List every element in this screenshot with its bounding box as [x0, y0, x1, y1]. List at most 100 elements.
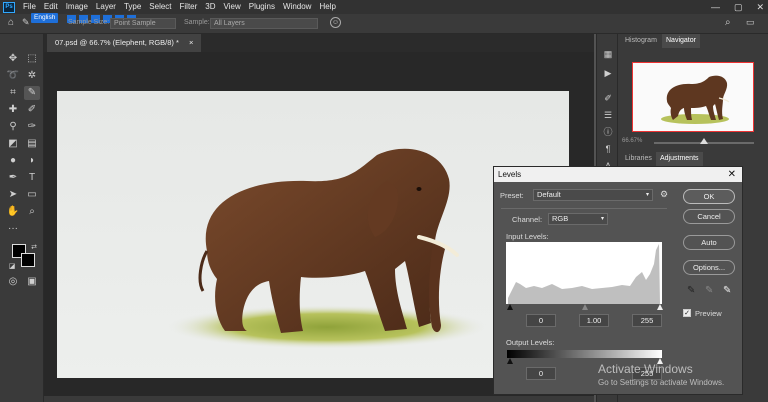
output-gradient: [507, 350, 662, 358]
default-colors-icon[interactable]: ◪: [4, 260, 20, 274]
output-black-slider[interactable]: [507, 358, 513, 364]
gray-eyedropper-icon[interactable]: ✎: [705, 285, 713, 296]
brush-tool-icon[interactable]: ✐: [24, 103, 40, 117]
menu-view[interactable]: View: [220, 0, 245, 14]
move-tool-icon[interactable]: ✥: [5, 52, 21, 66]
input-black-field[interactable]: 0: [526, 314, 556, 327]
hand-tool-icon[interactable]: ✋: [5, 205, 21, 219]
navigator-zoom-handle[interactable]: [700, 138, 708, 144]
sample-size-label: Sample Size:: [68, 19, 110, 26]
menu-type[interactable]: Type: [120, 0, 145, 14]
close-tab-icon[interactable]: ×: [189, 38, 193, 47]
preview-checkbox[interactable]: ✓: [683, 309, 691, 317]
menu-select[interactable]: Select: [145, 0, 175, 14]
input-gamma-slider[interactable]: [582, 304, 588, 310]
document-tab[interactable]: 07.psd @ 66.7% (Elephent, RGB/8) * ×: [47, 34, 202, 52]
shape-tool-icon[interactable]: ▭: [24, 188, 40, 202]
navigator-thumbnail[interactable]: [632, 62, 754, 132]
preset-dropdown[interactable]: Default ▾: [533, 189, 653, 201]
menu-help[interactable]: Help: [315, 0, 339, 14]
pen-tool-icon[interactable]: ✒: [5, 171, 21, 185]
actions-play-icon[interactable]: ▶: [602, 67, 614, 79]
minimize-button[interactable]: —: [711, 0, 720, 14]
options-bar: ⌂ ✎ English Sample Size: Point Sample Sa…: [0, 13, 768, 34]
swap-colors-icon[interactable]: ⇄: [26, 241, 42, 255]
sample-label: Sample:: [184, 19, 210, 26]
menu-edit[interactable]: Edit: [40, 0, 62, 14]
magic-wand-icon[interactable]: ✲: [24, 69, 40, 83]
cancel-button[interactable]: Cancel: [683, 209, 735, 224]
workspace-icon[interactable]: ▭: [746, 17, 755, 28]
preset-label: Preset:: [500, 191, 524, 200]
tab-navigator[interactable]: Navigator: [662, 34, 700, 48]
close-window-button[interactable]: ✕: [756, 0, 764, 14]
levels-dialog-title: Levels: [498, 170, 522, 179]
tools-panel: ✥ ⬚ ➰ ✲ ⌗ ✎ ✚ ✐ ⚲ ✑ ◩ ▤ ● ◗ ✒ T ➤ ▭ ✋ ⌕ …: [0, 34, 44, 402]
eyedropper-tool-icon[interactable]: ✎: [22, 17, 30, 28]
sample-dropdown[interactable]: All Layers: [210, 18, 318, 29]
histogram-graph: [508, 244, 660, 304]
gradient-tool-icon[interactable]: ▤: [24, 137, 40, 151]
document-tab-title: 07.psd @ 66.7% (Elephent, RGB/8) *: [55, 38, 179, 47]
output-black-field[interactable]: 0: [526, 367, 556, 380]
tab-libraries[interactable]: Libraries: [621, 152, 656, 166]
quick-mask-icon[interactable]: ◎: [5, 275, 21, 289]
preset-gear-icon[interactable]: ⚙: [660, 189, 668, 200]
menu-3d[interactable]: 3D: [201, 0, 219, 14]
menu-layer[interactable]: Layer: [92, 0, 120, 14]
more-tools-icon[interactable]: ···: [5, 222, 21, 236]
input-white-field[interactable]: 255: [632, 314, 662, 327]
zoom-tool-icon[interactable]: ⌕: [24, 205, 40, 219]
info-icon[interactable]: ⓘ: [602, 126, 614, 138]
auto-button[interactable]: Auto: [683, 235, 735, 250]
levels-close-button[interactable]: ✕: [728, 167, 736, 182]
menu-window[interactable]: Window: [279, 0, 315, 14]
menu-file[interactable]: File: [19, 0, 40, 14]
screen-mode-icon[interactable]: ▣: [24, 275, 40, 289]
menu-plugins[interactable]: Plugins: [245, 0, 279, 14]
crop-tool-icon[interactable]: ⌗: [5, 86, 21, 100]
background-color-swatch[interactable]: [21, 253, 35, 267]
channel-dropdown[interactable]: RGB ▾: [548, 213, 608, 225]
maximize-button[interactable]: ▢: [734, 0, 743, 14]
preview-label: Preview: [695, 309, 722, 318]
options-button[interactable]: Options...: [683, 260, 735, 275]
eyedropper-icon[interactable]: ✎: [24, 86, 40, 100]
properties-icon[interactable]: ☰: [602, 109, 614, 121]
black-eyedropper-icon[interactable]: ✎: [687, 285, 695, 296]
type-tool-icon[interactable]: T: [24, 171, 40, 185]
tab-adjustments[interactable]: Adjustments: [656, 152, 703, 166]
menu-bar: Ps File Edit Image Layer Type Select Fil…: [0, 0, 768, 14]
home-icon[interactable]: ⌂: [8, 17, 14, 28]
tab-histogram[interactable]: Histogram: [621, 34, 661, 48]
input-gamma-field[interactable]: 1.00: [579, 314, 609, 327]
input-black-slider[interactable]: [507, 304, 513, 310]
sample-size-dropdown[interactable]: Point Sample: [110, 18, 176, 29]
ok-button[interactable]: OK: [683, 189, 735, 204]
marquee-tool-icon[interactable]: ⬚: [24, 52, 40, 66]
activate-windows-subtitle: Go to Settings to activate Windows.: [598, 378, 725, 387]
white-eyedropper-icon[interactable]: ✎: [723, 285, 731, 296]
levels-dialog-titlebar[interactable]: Levels: [494, 167, 742, 182]
menu-filter[interactable]: Filter: [176, 0, 202, 14]
path-selection-icon[interactable]: ➤: [5, 188, 21, 202]
healing-brush-icon[interactable]: ✚: [5, 103, 21, 117]
navigator-zoom[interactable]: 66.67%: [622, 138, 642, 144]
smiley-icon[interactable]: ☺: [330, 17, 341, 28]
activate-windows-title: Activate Windows: [598, 362, 693, 376]
language-indicator[interactable]: English: [31, 13, 59, 23]
brush-settings-icon[interactable]: ✐: [602, 92, 614, 104]
dodge-tool-icon[interactable]: ◗: [24, 154, 40, 168]
menu-image[interactable]: Image: [62, 0, 92, 14]
search-icon[interactable]: ⌕: [725, 17, 731, 28]
clone-stamp-icon[interactable]: ⚲: [5, 120, 21, 134]
history-brush-icon[interactable]: ✑: [24, 120, 40, 134]
lasso-tool-icon[interactable]: ➰: [5, 69, 21, 83]
history-panel-icon[interactable]: ▦: [602, 48, 614, 60]
navigator-elephant: [661, 75, 730, 124]
eraser-tool-icon[interactable]: ◩: [5, 137, 21, 151]
input-white-slider[interactable]: [657, 304, 663, 310]
blur-tool-icon[interactable]: ●: [5, 154, 21, 168]
document-tab-bar: 07.psd @ 66.7% (Elephent, RGB/8) * ×: [44, 34, 594, 52]
paragraph-icon[interactable]: ¶: [602, 143, 614, 155]
